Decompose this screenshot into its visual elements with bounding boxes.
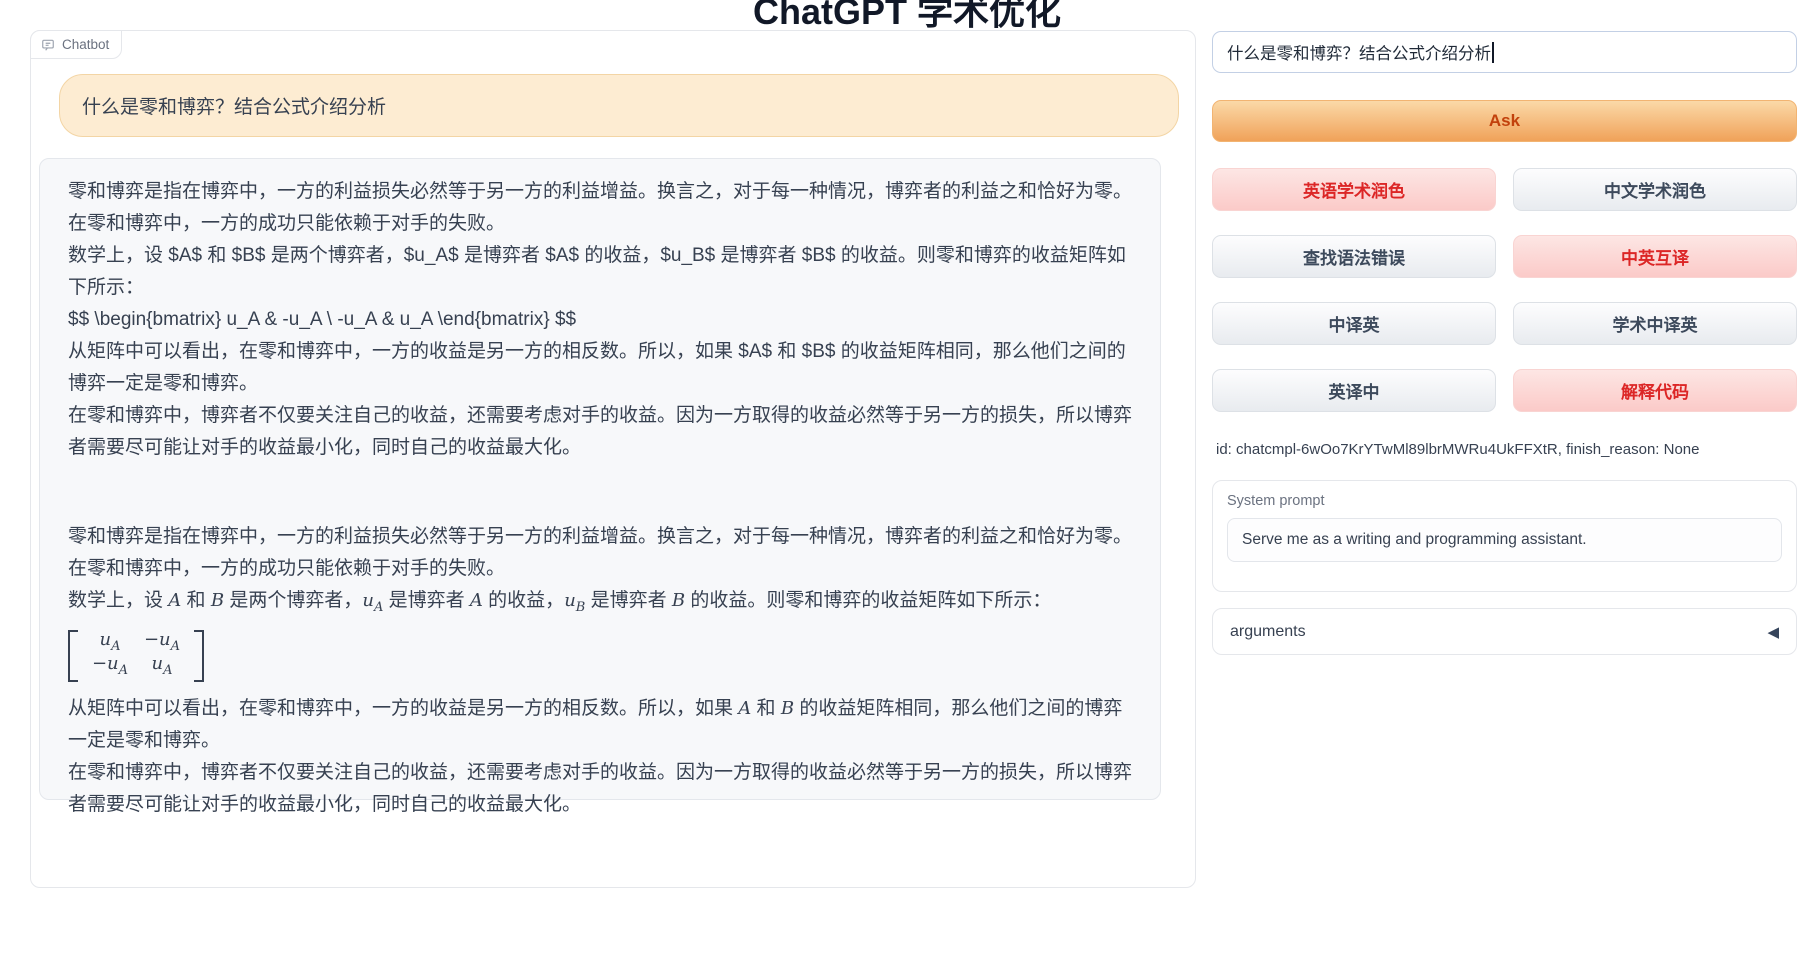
button-explain-code[interactable]: 解释代码	[1513, 369, 1797, 412]
math-var: B	[211, 590, 224, 611]
bot-paragraph: 零和博弈是指在博弈中，一方的利益损失必然等于另一方的利益增益。换言之，对于每一种…	[68, 176, 1132, 240]
button-academic-zh-to-en[interactable]: 学术中译英	[1513, 302, 1797, 345]
bot-message-bubble[interactable]: 零和博弈是指在博弈中，一方的利益损失必然等于另一方的利益增益。换言之，对于每一种…	[39, 158, 1161, 800]
math-var: B	[781, 698, 794, 719]
system-prompt-label: System prompt	[1227, 493, 1782, 509]
bot-latex-source: $$ \begin{bmatrix} u_A & -u_A \ -u_A & u…	[68, 304, 1132, 336]
matrix-right-bracket	[194, 630, 204, 682]
chatbot-block-label: Chatbot	[30, 30, 122, 59]
paragraph-gap	[68, 464, 1132, 521]
button-en-to-zh[interactable]: 英译中	[1212, 369, 1496, 412]
chatbot-panel: Chatbot 什么是零和博弈？结合公式介绍分析 零和博弈是指在博弈中，一方的利…	[30, 30, 1196, 888]
math-var: A	[168, 590, 181, 611]
user-message-text: 什么是零和博弈？结合公式介绍分析	[82, 92, 386, 119]
question-input-value: 什么是零和博弈？结合公式介绍分析	[1227, 40, 1491, 64]
button-english-academic-polish[interactable]: 英语学术润色	[1212, 168, 1496, 211]
bot-paragraph-with-math: 从矩阵中可以看出，在零和博弈中，一方的收益是另一方的相反数。所以，如果 A 和 …	[68, 693, 1132, 757]
math-var: u	[362, 590, 374, 611]
matrix-cell: −uA	[92, 653, 128, 682]
bot-paragraph-with-math: 数学上，设 A 和 B 是两个博弈者，uA 是博弈者 A 的收益，uB 是博弈者…	[68, 585, 1132, 624]
arguments-accordion-label: arguments	[1230, 623, 1306, 641]
matrix-left-bracket	[68, 630, 78, 682]
button-zh-to-en[interactable]: 中译英	[1212, 302, 1496, 345]
matrix-cell: uA	[152, 653, 173, 682]
response-status-line: id: chatcmpl-6wOo7KrYTwMl89lbrMWRu4UkFFX…	[1216, 441, 1700, 458]
bot-paragraph: 在零和博弈中，博弈者不仅要关注自己的收益，还需要考虑对手的收益。因为一方取得的收…	[68, 757, 1132, 821]
accordion-collapse-icon: ◀	[1767, 623, 1779, 641]
question-input[interactable]: 什么是零和博弈？结合公式介绍分析	[1212, 31, 1797, 73]
arguments-accordion[interactable]: arguments ◀	[1212, 608, 1797, 655]
bot-paragraph: 从矩阵中可以看出，在零和博弈中，一方的收益是另一方的相反数。所以，如果 $A$ …	[68, 336, 1132, 400]
math-var: A	[470, 590, 483, 611]
math-var: B	[672, 590, 685, 611]
button-zh-en-mutual-translate[interactable]: 中英互译	[1513, 235, 1797, 278]
system-prompt-input[interactable]	[1227, 518, 1782, 562]
system-prompt-block: System prompt	[1212, 480, 1797, 592]
bot-paragraph: 在零和博弈中，博弈者不仅要关注自己的收益，还需要考虑对手的收益。因为一方取得的收…	[68, 400, 1132, 464]
app-page: ChatGPT 学术优化 Chatbot 什么是零和博弈？结合公式介绍分析 零和…	[0, 0, 1814, 961]
button-find-grammar-errors[interactable]: 查找语法错误	[1212, 235, 1496, 278]
bot-paragraph: 数学上，设 $A$ 和 $B$ 是两个博弈者，$u_A$ 是博弈者 $A$ 的收…	[68, 240, 1132, 304]
control-column: 什么是零和博弈？结合公式介绍分析 Ask 英语学术润色 中文学术润色 查找语法错…	[1212, 0, 1797, 961]
function-button-grid: 英语学术润色 中文学术润色 查找语法错误 中英互译 中译英 学术中译英 英译中 …	[1212, 168, 1797, 412]
user-message-bubble[interactable]: 什么是零和博弈？结合公式介绍分析	[59, 74, 1179, 137]
math-var: A	[738, 698, 751, 719]
text-caret	[1492, 42, 1494, 63]
ask-button[interactable]: Ask	[1212, 100, 1797, 142]
chat-bubble-icon	[41, 38, 55, 52]
bot-paragraph: 零和博弈是指在博弈中，一方的利益损失必然等于另一方的利益增益。换言之，对于每一种…	[68, 521, 1132, 585]
math-var: u	[564, 590, 576, 611]
payoff-matrix: uA −uA −uA uA	[68, 630, 204, 682]
chatbot-label-text: Chatbot	[62, 37, 109, 52]
button-chinese-academic-polish[interactable]: 中文学术润色	[1513, 168, 1797, 211]
